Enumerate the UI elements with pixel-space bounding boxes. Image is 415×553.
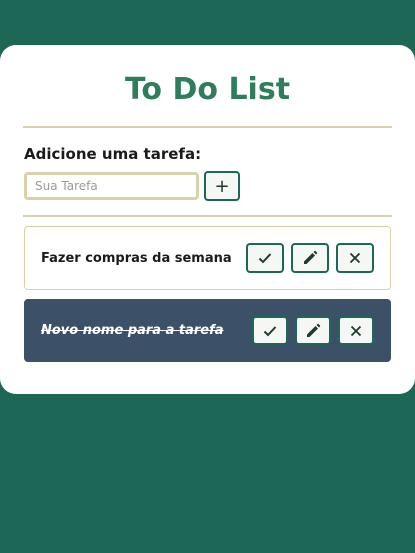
todo-card: To Do List Adicione uma tarefa: + Fazer …	[0, 45, 415, 394]
check-icon	[263, 325, 277, 337]
add-task-label: Adicione uma tarefa:	[24, 145, 202, 163]
delete-task-button[interactable]	[338, 316, 374, 345]
task-actions	[246, 243, 374, 273]
add-task-button[interactable]: +	[204, 171, 240, 201]
close-icon	[349, 252, 361, 264]
add-task-row: +	[24, 171, 391, 201]
complete-task-button[interactable]	[246, 243, 284, 273]
task-title: Novo nome para a tarefa	[41, 323, 224, 338]
add-task-form: Adicione uma tarefa: +	[24, 145, 391, 201]
task-item: Fazer compras da semana	[24, 226, 391, 290]
task-title: Fazer compras da semana	[41, 250, 232, 266]
complete-task-button[interactable]	[252, 316, 288, 345]
check-icon	[258, 252, 272, 264]
pencil-icon	[302, 250, 318, 266]
page-title: To Do List	[124, 72, 291, 107]
edit-task-button[interactable]	[291, 243, 329, 273]
task-actions	[252, 316, 374, 345]
task-input[interactable]	[24, 172, 199, 200]
pencil-icon	[305, 323, 321, 339]
form-divider	[23, 215, 392, 217]
title-divider	[23, 126, 392, 128]
plus-icon: +	[214, 175, 230, 197]
delete-task-button[interactable]	[336, 243, 374, 273]
task-item-done: Novo nome para a tarefa	[24, 299, 391, 362]
close-icon	[350, 325, 362, 337]
edit-task-button[interactable]	[295, 316, 331, 345]
